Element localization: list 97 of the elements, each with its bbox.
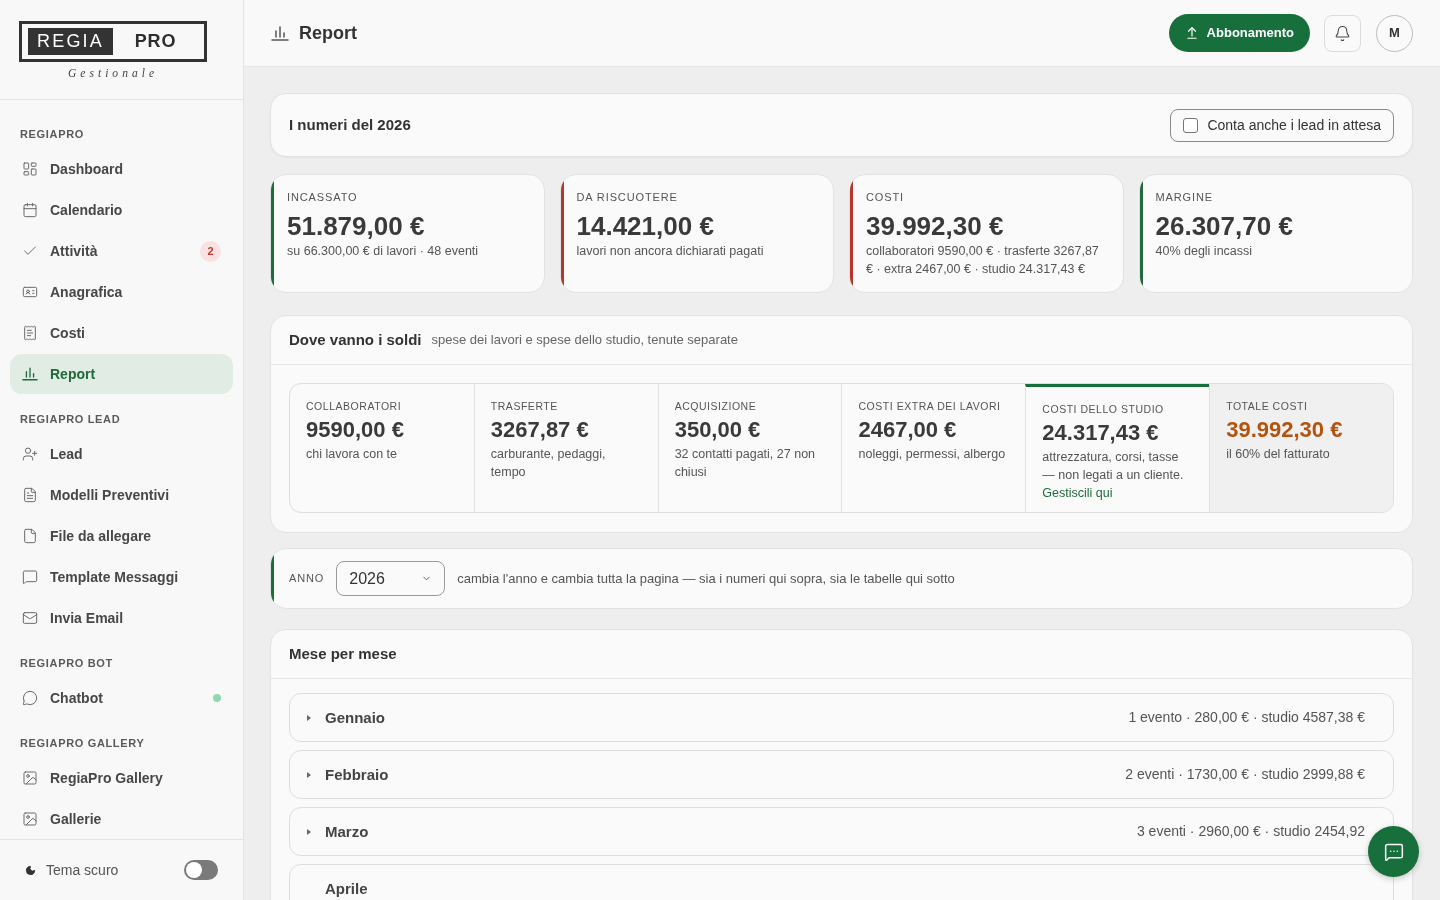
cost-note: chi lavora con te bbox=[306, 446, 399, 463]
field-label: ANNO bbox=[289, 571, 325, 587]
checkbox[interactable] bbox=[1183, 117, 1199, 133]
receipt-icon bbox=[22, 325, 38, 341]
month-row[interactable]: Gennaio 1 evento · 280,00 € · studio 4587,38 € bbox=[289, 693, 1394, 742]
stat-note: collaboratori 9590,00 € · trasferte 3267,87 € · extra 2467,00 € · studio 24.317,43 € bbox=[866, 243, 1100, 278]
manage-link[interactable]: Gestiscili qui bbox=[1042, 484, 1194, 502]
month-name: Gennaio bbox=[325, 708, 385, 727]
nav-item[interactable]: Costi bbox=[10, 313, 233, 353]
document-icon bbox=[22, 487, 38, 503]
card-title: Dove vanno i soldi bbox=[289, 329, 422, 350]
cost-value: 39.992,30 € bbox=[1226, 416, 1344, 444]
file-icon bbox=[22, 528, 38, 544]
cost-label: COLLABORATORI bbox=[306, 399, 403, 414]
stat-label: INCASSATO bbox=[287, 190, 359, 205]
hint-text: cambia l'anno e cambia tutta la pagina — sia i numeri qui sopra, sia le tabelle qui sotto bbox=[457, 569, 955, 588]
month-row[interactable]: Marzo 3 eventi · 2960,00 € · studio 2454,92 bbox=[289, 807, 1394, 856]
stat-label: DA RISCUOTERE bbox=[576, 190, 679, 205]
card-title: I numeri del 2026 bbox=[289, 114, 411, 135]
cost-label: ACQUISIZIONE bbox=[674, 399, 758, 414]
month-row[interactable]: Aprile bbox=[289, 864, 1394, 900]
cost-value: 2467,00 € bbox=[858, 416, 958, 444]
stat-note: 40% degli incassi bbox=[1155, 243, 1254, 260]
stat-value: 14.421,00 € bbox=[576, 210, 715, 242]
nav-item[interactable]: Calendario bbox=[10, 190, 233, 230]
mail-icon bbox=[22, 610, 38, 626]
section-label: REGIAPRO GALLERY bbox=[20, 735, 145, 751]
dashboard-icon bbox=[22, 161, 38, 177]
chat-bubble-icon bbox=[22, 690, 38, 706]
upload-icon bbox=[1184, 26, 1199, 40]
nav-item[interactable]: Chatbot bbox=[10, 678, 233, 718]
notifications-button[interactable] bbox=[1324, 14, 1361, 52]
nav-item[interactable]: Gallerie bbox=[10, 799, 233, 839]
cost-value: 9590,00 € bbox=[306, 416, 405, 444]
user-plus-icon bbox=[22, 446, 38, 462]
cost-note: il 60% del fatturato bbox=[1226, 446, 1331, 463]
month-summary: 1 evento · 280,00 € · studio 4587,38 € bbox=[1128, 708, 1365, 727]
image-icon bbox=[22, 770, 38, 786]
calendar-icon bbox=[22, 202, 38, 218]
cost-note: 32 contatti pagati, 27 non chiusi bbox=[674, 446, 817, 481]
card-subtitle: spese dei lavori e spese dello studio, tenute separate bbox=[431, 331, 738, 350]
nav-item[interactable]: Modelli Preventivi bbox=[10, 475, 233, 515]
nav-item[interactable]: Invia Email bbox=[10, 598, 233, 638]
theme-toggle[interactable] bbox=[184, 860, 218, 880]
bell-icon bbox=[1334, 24, 1351, 42]
section-label: REGIAPRO bbox=[20, 126, 84, 142]
cost-note: noleggi, permessi, albergo bbox=[858, 446, 1007, 463]
stat-note: lavori non ancora dichiarati pagati bbox=[576, 243, 765, 260]
month-summary: 3 eventi · 2960,00 € · studio 2454,92 bbox=[1136, 822, 1365, 841]
month-summary: 2 eventi · 1730,00 € · studio 2999,88 € bbox=[1125, 765, 1365, 784]
nav-item[interactable]: Lead bbox=[10, 434, 233, 474]
chat-icon bbox=[1383, 841, 1404, 862]
moon-icon bbox=[25, 864, 36, 876]
nav-item[interactable]: RegiaPro Gallery bbox=[10, 758, 233, 798]
year-select[interactable]: 2026 bbox=[336, 561, 446, 596]
bar-chart-icon bbox=[271, 25, 289, 41]
avatar-button[interactable]: M bbox=[1376, 14, 1413, 52]
stat-label: COSTI bbox=[866, 190, 905, 205]
count-badge: 2 bbox=[200, 240, 221, 262]
stat-label: MARGINE bbox=[1155, 190, 1214, 205]
subscription-button[interactable]: Abbonamento bbox=[1168, 14, 1310, 52]
month-name: Marzo bbox=[325, 822, 369, 841]
stat-value: 39.992,30 € bbox=[866, 210, 1005, 242]
cost-label: TRASFERTE bbox=[490, 399, 559, 414]
toggle-label: Tema scuro bbox=[46, 860, 119, 880]
cost-value: 24.317,43 € bbox=[1042, 419, 1160, 447]
page-title: Report bbox=[299, 21, 357, 45]
stat-value: 26.307,70 € bbox=[1155, 210, 1294, 242]
nav-item[interactable]: File da allegare bbox=[10, 516, 233, 556]
image-icon bbox=[22, 811, 38, 827]
card-title: Mese per mese bbox=[289, 643, 397, 664]
cost-note: carburante, pedaggi, tempo bbox=[490, 446, 607, 481]
month-name: Febbraio bbox=[325, 765, 389, 784]
nav-item[interactable]: Report bbox=[10, 354, 233, 394]
nav-item[interactable]: Dashboard bbox=[10, 149, 233, 189]
month-name: Aprile bbox=[325, 879, 368, 898]
section-label: REGIAPRO LEAD bbox=[20, 411, 121, 427]
cost-label: COSTI DELLO STUDIO bbox=[1042, 402, 1165, 417]
nav-item[interactable]: Template Messaggi bbox=[10, 557, 233, 597]
lead-filter-checkbox[interactable]: Conta anche i lead in attesa bbox=[1170, 108, 1394, 142]
section-label: REGIAPRO BOT bbox=[20, 655, 113, 671]
id-card-icon bbox=[22, 284, 38, 300]
cost-label: COSTI EXTRA DEI LAVORI bbox=[858, 399, 1002, 414]
bar-chart-icon bbox=[22, 366, 38, 382]
stat-value: 51.879,00 € bbox=[287, 210, 426, 242]
nav-item[interactable]: Anagrafica bbox=[10, 272, 233, 312]
logo-tagline: Gestionale bbox=[67, 66, 159, 81]
cost-value: 3267,87 € bbox=[490, 416, 590, 444]
stat-note: su 66.300,00 € di lavori · 48 eventi bbox=[287, 243, 480, 260]
logo-wordmark: PRO bbox=[133, 30, 178, 53]
cost-label: TOTALE COSTI bbox=[1226, 399, 1309, 414]
logo-wordmark: REGIA bbox=[28, 28, 113, 55]
cost-note: attrezzatura, corsi, tasse — non legati a un cliente. bbox=[1042, 449, 1185, 484]
cost-value: 350,00 € bbox=[674, 416, 762, 444]
nav-item[interactable]: Attività 2 bbox=[10, 231, 233, 271]
month-row[interactable]: Febbraio 2 eventi · 1730,00 € · studio 2999,88 € bbox=[289, 750, 1394, 799]
message-icon bbox=[22, 569, 38, 585]
